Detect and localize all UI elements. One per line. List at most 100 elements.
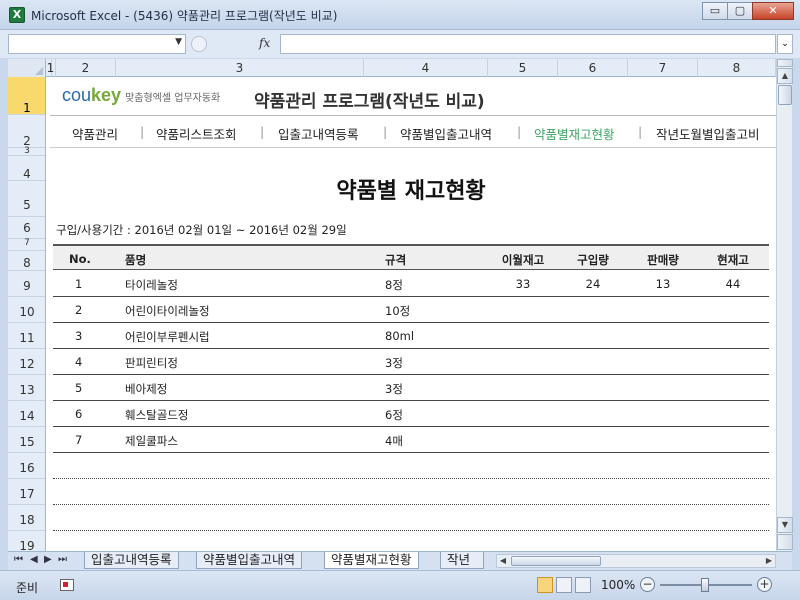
formula-input[interactable] bbox=[280, 34, 776, 54]
cell-spec[interactable]: 80ml bbox=[385, 329, 414, 343]
tab-inout-register[interactable]: 입출고내역등록 bbox=[84, 552, 179, 569]
row-header-cell[interactable]: 3 bbox=[8, 147, 45, 156]
table-row-empty[interactable] bbox=[53, 505, 769, 531]
cell-spec[interactable]: 6정 bbox=[385, 407, 403, 423]
column-header-cell[interactable]: 6 bbox=[558, 59, 628, 77]
row-header-cell[interactable]: 17 bbox=[8, 479, 45, 505]
nav-link-drug-inout-history[interactable]: 약품별입출고내역 bbox=[400, 124, 492, 143]
tab-drug-stock-status[interactable]: 약품별재고현황 bbox=[324, 552, 419, 569]
cell-no[interactable]: 3 bbox=[75, 329, 82, 343]
row-header-cell[interactable]: 7 bbox=[8, 239, 45, 251]
zoom-out-button[interactable]: − bbox=[640, 577, 655, 592]
split-box[interactable] bbox=[777, 59, 793, 67]
cell-no[interactable]: 1 bbox=[75, 277, 82, 291]
tab-drug-inout-history[interactable]: 약품별입출고내역 bbox=[196, 552, 303, 569]
row-header-cell[interactable]: 4 bbox=[8, 156, 45, 181]
page-layout-view-button[interactable] bbox=[556, 577, 572, 593]
cell-no[interactable]: 2 bbox=[75, 303, 82, 317]
nav-link-drug-management[interactable]: 약품관리 bbox=[72, 124, 118, 143]
cell-spec[interactable]: 3정 bbox=[385, 355, 403, 371]
cancel-formula-icon[interactable] bbox=[191, 36, 207, 52]
cell-spec[interactable]: 4매 bbox=[385, 433, 403, 449]
row-header-cell[interactable]: 11 bbox=[8, 323, 45, 349]
minimize-button[interactable]: ▭ bbox=[702, 2, 728, 20]
scroll-right-button[interactable]: ▶ bbox=[763, 555, 775, 567]
row-header-cell[interactable]: 9 bbox=[8, 271, 45, 297]
horizontal-scroll-thumb[interactable] bbox=[511, 556, 601, 566]
cell-name[interactable]: 훼스탈골드정 bbox=[125, 407, 188, 423]
nav-link-drug-stock-status[interactable]: 약품별재고현황 bbox=[534, 124, 615, 143]
row-header-cell[interactable]: 5 bbox=[8, 181, 45, 217]
cell-name[interactable]: 어린이부루펜시럽 bbox=[125, 329, 210, 345]
cell-name[interactable]: 제일쿨파스 bbox=[125, 433, 178, 449]
prev-sheet-button[interactable]: ◀ bbox=[30, 554, 38, 565]
row-header-cell[interactable]: 12 bbox=[8, 349, 45, 375]
zoom-in-button[interactable]: + bbox=[757, 577, 772, 592]
column-header-cell[interactable]: 8 bbox=[698, 59, 776, 77]
horizontal-scrollbar[interactable]: ◀ ▶ bbox=[496, 554, 776, 568]
table-row-empty[interactable] bbox=[53, 453, 769, 479]
cell-name[interactable]: 판피린티정 bbox=[125, 355, 178, 371]
nav-link-drug-list[interactable]: 약품리스트조회 bbox=[156, 124, 237, 143]
row-header-cell[interactable]: 8 bbox=[8, 251, 45, 271]
expand-formula-bar-button[interactable]: ⌄ bbox=[777, 34, 793, 54]
cell-spec[interactable]: 8정 bbox=[385, 277, 403, 293]
scroll-up-button[interactable]: ▲ bbox=[777, 68, 793, 84]
nav-link-inout-register[interactable]: 입출고내역등록 bbox=[278, 124, 359, 143]
cell-spec[interactable]: 10정 bbox=[385, 303, 410, 319]
cell-no[interactable]: 4 bbox=[75, 355, 82, 369]
chevron-down-icon[interactable]: ▼ bbox=[175, 37, 182, 47]
column-header-cell[interactable]: 3 bbox=[116, 59, 364, 77]
next-sheet-button[interactable]: ▶ bbox=[44, 554, 52, 565]
cell-no[interactable]: 7 bbox=[75, 433, 82, 447]
select-all-button[interactable] bbox=[8, 59, 46, 77]
zoom-slider-thumb[interactable] bbox=[701, 578, 709, 592]
row-header-cell[interactable]: 13 bbox=[8, 375, 45, 401]
nav-link-lastyear-monthly-inout[interactable]: 작년도월별입출고비 bbox=[656, 124, 760, 143]
cell-purchase-qty[interactable]: 24 bbox=[563, 277, 623, 291]
normal-view-button[interactable] bbox=[537, 577, 553, 593]
row-header-cell[interactable]: 18 bbox=[8, 505, 45, 531]
name-box[interactable]: ▼ bbox=[8, 34, 186, 54]
column-header-cell[interactable]: 7 bbox=[628, 59, 698, 77]
vertical-scroll-thumb[interactable] bbox=[778, 85, 792, 105]
column-header-cell[interactable]: 2 bbox=[56, 59, 116, 77]
restore-button[interactable]: ▢ bbox=[727, 2, 753, 20]
cell-carryover-stock[interactable]: 33 bbox=[493, 277, 553, 291]
first-sheet-button[interactable]: ⏮ bbox=[14, 554, 23, 565]
cell-no[interactable]: 6 bbox=[75, 407, 82, 421]
row-header-cell[interactable]: 14 bbox=[8, 401, 45, 427]
zoom-level[interactable]: 100% bbox=[601, 578, 635, 592]
page-title: 약품별 재고현황 bbox=[336, 179, 486, 204]
column-header-cell[interactable]: 4 bbox=[364, 59, 488, 77]
macro-record-icon[interactable] bbox=[60, 579, 74, 591]
scroll-down-button[interactable]: ▼ bbox=[777, 517, 793, 533]
row-header-cell[interactable]: 15 bbox=[8, 427, 45, 453]
table-row: 2 어린이타이레놀정 10정 bbox=[53, 297, 769, 323]
column-header-cell[interactable]: 1 bbox=[46, 59, 56, 77]
scroll-left-button[interactable]: ◀ bbox=[497, 555, 509, 567]
close-button[interactable]: ✕ bbox=[752, 2, 794, 20]
cell-current-stock[interactable]: 44 bbox=[703, 277, 763, 291]
page-break-view-button[interactable] bbox=[575, 577, 591, 593]
row-header-cell[interactable]: 2 bbox=[8, 115, 45, 148]
row-header-cell[interactable]: 6 bbox=[8, 217, 45, 239]
cell-name[interactable]: 타이레놀정 bbox=[125, 277, 178, 293]
row-header-cell[interactable]: 1 bbox=[8, 77, 45, 115]
cell-sales-qty[interactable]: 13 bbox=[633, 277, 693, 291]
row-header-cell[interactable]: 19 bbox=[8, 531, 45, 551]
column-header-cell[interactable]: 5 bbox=[488, 59, 558, 77]
cell-name[interactable]: 어린이타이레놀정 bbox=[125, 303, 210, 319]
cell-spec[interactable]: 3정 bbox=[385, 381, 403, 397]
vertical-scrollbar[interactable]: ▲ ▼ bbox=[776, 59, 793, 551]
cell-name[interactable]: 베아제정 bbox=[125, 381, 167, 397]
last-sheet-button[interactable]: ⏭ bbox=[58, 554, 67, 565]
worksheet[interactable]: coukey 맞춤형엑셀 업무자동화 약품관리 프로그램(작년도 비교) 약품관리… bbox=[46, 77, 776, 551]
cell-no[interactable]: 5 bbox=[75, 381, 82, 395]
table-row-empty[interactable] bbox=[53, 479, 769, 505]
table-row: 6 훼스탈골드정 6정 bbox=[53, 401, 769, 427]
tab-last-year[interactable]: 작년 bbox=[440, 552, 484, 569]
insert-function-button[interactable]: fx bbox=[259, 36, 270, 50]
row-header-cell[interactable]: 16 bbox=[8, 453, 45, 479]
row-header-cell[interactable]: 10 bbox=[8, 297, 45, 323]
